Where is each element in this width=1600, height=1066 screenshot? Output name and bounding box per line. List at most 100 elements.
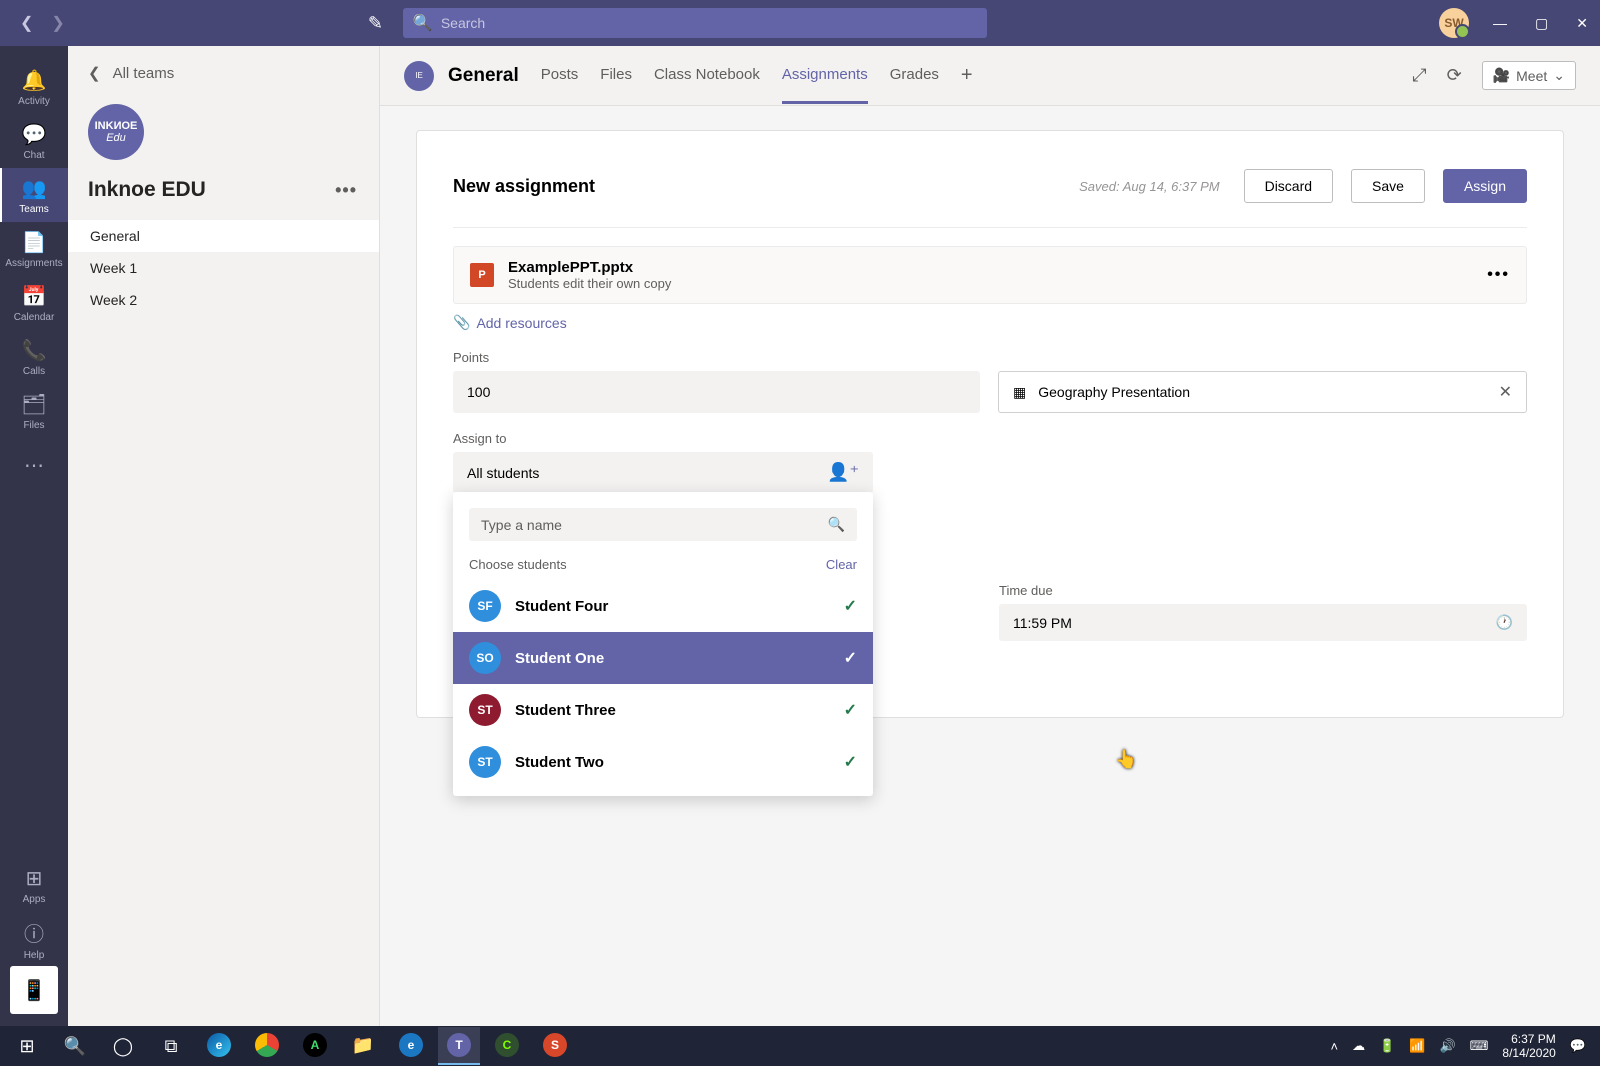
taskbar-chrome[interactable] — [246, 1027, 288, 1065]
expand-icon[interactable]: ⤢ — [1412, 65, 1426, 86]
tray-battery-icon[interactable]: 🔋 — [1379, 1038, 1395, 1054]
student-search-input[interactable]: Type a name 🔍 — [469, 508, 857, 541]
rail-activity[interactable]: 🔔Activity — [0, 60, 68, 114]
back-label: All teams — [113, 65, 175, 82]
tray-notifications-icon[interactable]: 💬 — [1570, 1038, 1586, 1054]
taskbar-edge[interactable]: e — [198, 1027, 240, 1065]
taskbar-app-a[interactable]: A — [294, 1027, 336, 1065]
team-logo-text: INKИOE — [95, 120, 138, 132]
taskbar-search-icon[interactable]: 🔍 — [54, 1027, 96, 1065]
add-resources-link[interactable]: 📎 Add resources — [453, 314, 567, 331]
taskbar-camtasia[interactable]: C — [486, 1027, 528, 1065]
rail-label: Activity — [18, 96, 50, 107]
tray-onedrive-icon[interactable]: ☁ — [1352, 1038, 1365, 1054]
tray-input-icon[interactable]: ⌨ — [1470, 1038, 1489, 1054]
page-title: New assignment — [453, 176, 595, 197]
search-icon: 🔍 — [413, 13, 433, 33]
tray-chevron-icon[interactable]: ˄ — [1331, 1039, 1339, 1054]
tab-posts[interactable]: Posts — [541, 48, 579, 104]
taskbar-edge-dev[interactable]: e — [390, 1027, 432, 1065]
tab-header: IE General PostsFilesClass NotebookAssig… — [380, 46, 1600, 106]
start-button[interactable]: ⊞ — [6, 1027, 48, 1065]
rail-more[interactable]: ⋯ — [0, 438, 68, 492]
student-option[interactable]: STStudent Two✓ — [453, 736, 873, 788]
rubric-remove-icon[interactable]: ✕ — [1499, 382, 1512, 402]
tray-wifi-icon[interactable]: 📶 — [1409, 1038, 1425, 1054]
tab-class-notebook[interactable]: Class Notebook — [654, 48, 760, 104]
checkmark-icon: ✓ — [844, 752, 857, 772]
window-maximize-icon[interactable]: ▢ — [1535, 15, 1548, 32]
add-tab-icon[interactable]: + — [961, 64, 973, 87]
meet-button[interactable]: 🎥 Meet ⌄ — [1482, 61, 1576, 90]
picker-section-label: Choose students — [469, 557, 567, 572]
person-add-icon[interactable]: 👤⁺ — [827, 462, 859, 483]
checkmark-icon: ✓ — [844, 648, 857, 668]
points-input[interactable]: 100 — [453, 371, 980, 413]
channel-side-panel: ❮ All teams INKИOE Edu Inknoe EDU ••• Ge… — [68, 46, 380, 1026]
resource-more-icon[interactable]: ••• — [1487, 266, 1510, 284]
student-avatar: ST — [469, 694, 501, 726]
taskbar-snagit[interactable]: S — [534, 1027, 576, 1065]
channel-item[interactable]: Week 1 — [68, 252, 379, 284]
discard-button[interactable]: Discard — [1244, 169, 1333, 203]
rail-mobile-icon[interactable]: 📱 — [10, 966, 58, 1014]
resource-attachment[interactable]: P ExamplePPT.pptx Students edit their ow… — [453, 246, 1527, 304]
team-more-icon[interactable]: ••• — [335, 180, 357, 201]
tab-files[interactable]: Files — [600, 48, 632, 104]
time-due-value: 11:59 PM — [1013, 615, 1072, 631]
meet-label: Meet — [1516, 68, 1547, 84]
task-view-icon[interactable]: ⧉ — [150, 1027, 192, 1065]
points-value: 100 — [467, 384, 490, 400]
window-titlebar: ❮ ❯ ✎ 🔍 SW — ▢ ✕ — [0, 0, 1600, 46]
tab-grades[interactable]: Grades — [890, 48, 939, 104]
rubric-chip[interactable]: ▦ Geography Presentation ✕ — [998, 371, 1527, 413]
tab-assignments[interactable]: Assignments — [782, 48, 868, 104]
rail-label: Teams — [19, 204, 48, 215]
taskbar-teams[interactable]: T — [438, 1027, 480, 1065]
student-name: Student One — [515, 650, 604, 667]
channel-item[interactable]: Week 2 — [68, 284, 379, 316]
nav-forward-icon[interactable]: ❯ — [51, 13, 64, 33]
rail-label: Calendar — [14, 312, 55, 323]
rail-apps[interactable]: ⊞Apps — [0, 858, 68, 912]
search-icon: 🔍 — [828, 516, 845, 533]
save-button[interactable]: Save — [1351, 169, 1425, 203]
student-option[interactable]: SOStudent One✓ — [453, 632, 873, 684]
time-due-input[interactable]: 11:59 PM 🕐 — [999, 604, 1527, 641]
tray-volume-icon[interactable]: 🔊 — [1439, 1038, 1455, 1054]
rail-chat[interactable]: 💬Chat — [0, 114, 68, 168]
window-minimize-icon[interactable]: — — [1493, 15, 1507, 32]
refresh-icon[interactable]: ⟳ — [1447, 65, 1462, 86]
student-name: Student Three — [515, 702, 616, 719]
student-search-placeholder: Type a name — [481, 517, 562, 533]
rail-files[interactable]: 🗂Files — [0, 384, 68, 438]
assign-to-select[interactable]: All students 👤⁺ — [453, 452, 873, 493]
user-avatar[interactable]: SW — [1439, 8, 1469, 38]
rail-teams[interactable]: 👥Teams — [0, 168, 68, 222]
rail-calendar[interactable]: 📅Calendar — [0, 276, 68, 330]
add-resources-label: Add resources — [476, 315, 566, 331]
rail-label: Files — [23, 420, 44, 431]
system-clock[interactable]: 6:37 PM 8/14/2020 — [1502, 1032, 1555, 1061]
assignments-icon: 📄 — [22, 230, 47, 255]
rail-label: Assignments — [5, 258, 62, 269]
student-option[interactable]: STStudent Three✓ — [453, 684, 873, 736]
saved-timestamp: Saved: Aug 14, 6:37 PM — [1079, 179, 1219, 194]
assign-button[interactable]: Assign — [1443, 169, 1527, 203]
taskbar-explorer[interactable]: 📁 — [342, 1027, 384, 1065]
cortana-icon[interactable]: ◯ — [102, 1027, 144, 1065]
window-close-icon[interactable]: ✕ — [1576, 15, 1588, 32]
rail-label: Chat — [23, 150, 44, 161]
search-input[interactable] — [441, 15, 977, 31]
student-option[interactable]: SFStudent Four✓ — [453, 580, 873, 632]
rail-assignments[interactable]: 📄 Assignments — [0, 222, 68, 276]
rail-help[interactable]: ⓘHelp — [0, 912, 68, 966]
nav-back-icon[interactable]: ❮ — [20, 13, 33, 33]
picker-clear-link[interactable]: Clear — [826, 557, 857, 572]
channel-item[interactable]: General — [68, 220, 379, 252]
rail-calls[interactable]: 📞Calls — [0, 330, 68, 384]
compose-icon[interactable]: ✎ — [368, 13, 383, 34]
search-box[interactable]: 🔍 — [403, 8, 987, 38]
back-to-teams[interactable]: ❮ All teams — [68, 46, 379, 92]
team-logo-sub: Edu — [106, 132, 126, 144]
